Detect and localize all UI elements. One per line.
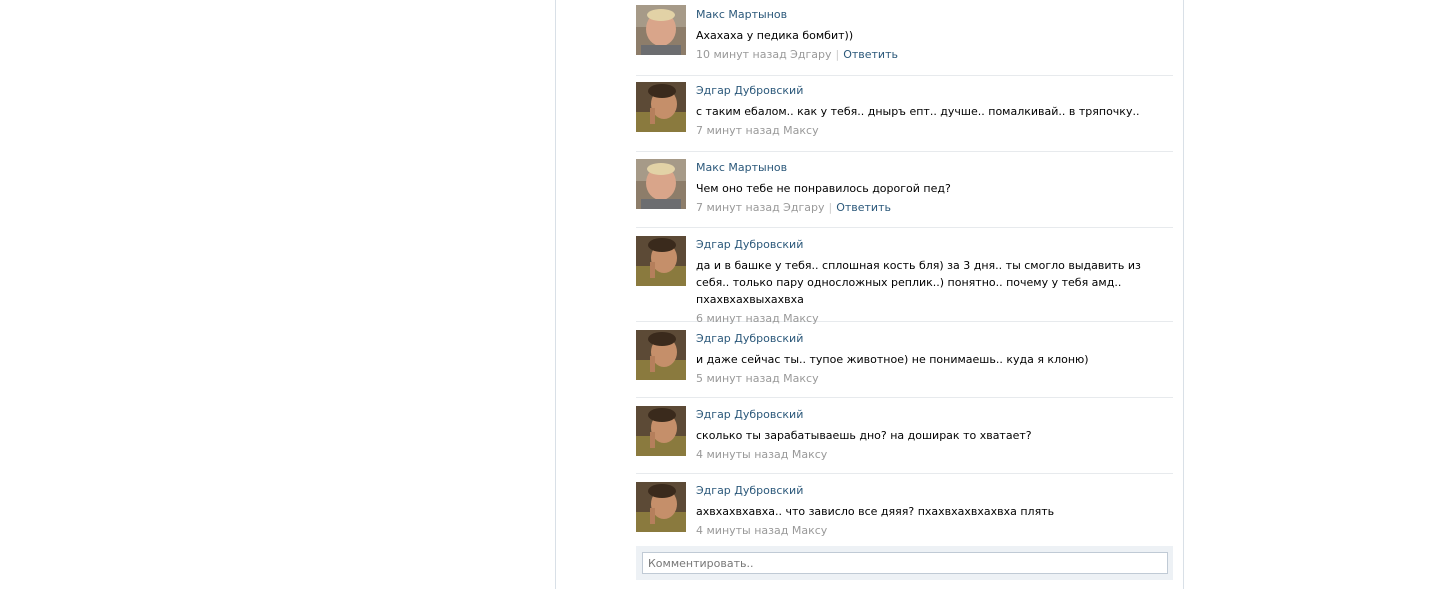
comment-item: Эдгар Дубровский с таким ебалом.. как у …	[636, 76, 1173, 152]
comment-list: Макс Мартынов Ахахаха у педика бомбит)) …	[636, 0, 1173, 546]
comment-body: Эдгар Дубровский с таким ебалом.. как у …	[696, 84, 1167, 138]
comment-item: Эдгар Дубровский ахвхахвхавха.. что зави…	[636, 474, 1173, 546]
comment-author[interactable]: Макс Мартынов	[696, 8, 1167, 22]
comment-item: Эдгар Дубровский и даже сейчас ты.. тупо…	[636, 322, 1173, 398]
comment-text: ахвхахвхавха.. что зависло все дяяя? пха…	[696, 505, 1055, 518]
comment-text: сколько ты зарабатываешь дно? на доширак…	[696, 429, 1032, 442]
comment-text: да и в башке у тебя.. сплошная кость бля…	[696, 259, 1141, 306]
wall-column: Макс Мартынов Ахахаха у педика бомбит)) …	[555, 0, 1184, 589]
comment-text: с таким ебалом.. как у тебя.. дныръ епт.…	[696, 105, 1140, 118]
comment-timestamp[interactable]: 7 минут назад Максу	[696, 124, 1167, 138]
comment-text: Чем оно тебе не понравилось дорогой пед?	[696, 182, 951, 195]
comment-timestamp[interactable]: 4 минуты назад Максу	[696, 448, 1167, 462]
comment-author[interactable]: Эдгар Дубровский	[696, 238, 1167, 252]
meta-separator: |	[828, 201, 833, 214]
comment-item: Эдгар Дубровский да и в башке у тебя.. с…	[636, 228, 1173, 325]
comment-author[interactable]: Эдгар Дубровский	[696, 484, 1167, 498]
comment-timestamp[interactable]: 10 минут назад Эдгару	[696, 48, 831, 61]
avatar[interactable]	[636, 82, 686, 132]
avatar[interactable]	[636, 482, 686, 532]
comment-item: Макс Мартынов Чем оно тебе не понравилос…	[636, 152, 1173, 228]
comment-timestamp[interactable]: 4 минуты назад Максу	[696, 524, 1167, 538]
comment-author[interactable]: Эдгар Дубровский	[696, 84, 1167, 98]
comment-input[interactable]	[642, 552, 1168, 574]
reply-link[interactable]: Ответить	[836, 201, 891, 214]
comment-meta: 7 минут назад Эдгару | Ответить	[696, 201, 1167, 215]
comment-composer	[636, 546, 1173, 580]
comment-body: Эдгар Дубровский и даже сейчас ты.. тупо…	[696, 332, 1167, 386]
comment-body: Эдгар Дубровский ахвхахвхавха.. что зави…	[696, 484, 1167, 538]
comment-timestamp[interactable]: 5 минут назад Максу	[696, 372, 1167, 386]
comment-meta: 10 минут назад Эдгару | Ответить	[696, 48, 1167, 62]
comment-body: Эдгар Дубровский сколько ты зарабатываеш…	[696, 408, 1167, 462]
comment-text: Ахахаха у педика бомбит))	[696, 29, 854, 42]
comment-text: и даже сейчас ты.. тупое животное) не по…	[696, 353, 1089, 366]
comment-item: Макс Мартынов Ахахаха у педика бомбит)) …	[636, 0, 1173, 76]
avatar[interactable]	[636, 236, 686, 286]
comment-body: Макс Мартынов Ахахаха у педика бомбит)) …	[696, 8, 1167, 62]
comment-author[interactable]: Эдгар Дубровский	[696, 332, 1167, 346]
avatar[interactable]	[636, 330, 686, 380]
comment-body: Эдгар Дубровский да и в башке у тебя.. с…	[696, 238, 1167, 326]
reply-link[interactable]: Ответить	[843, 48, 898, 61]
avatar[interactable]	[636, 406, 686, 456]
avatar[interactable]	[636, 159, 686, 209]
page: Макс Мартынов Ахахаха у педика бомбит)) …	[0, 0, 1435, 589]
avatar[interactable]	[636, 5, 686, 55]
comment-body: Макс Мартынов Чем оно тебе не понравилос…	[696, 161, 1167, 215]
comment-timestamp[interactable]: 7 минут назад Эдгару	[696, 201, 824, 214]
meta-separator: |	[835, 48, 840, 61]
comment-author[interactable]: Макс Мартынов	[696, 161, 1167, 175]
comment-author[interactable]: Эдгар Дубровский	[696, 408, 1167, 422]
comment-item: Эдгар Дубровский сколько ты зарабатываеш…	[636, 398, 1173, 474]
